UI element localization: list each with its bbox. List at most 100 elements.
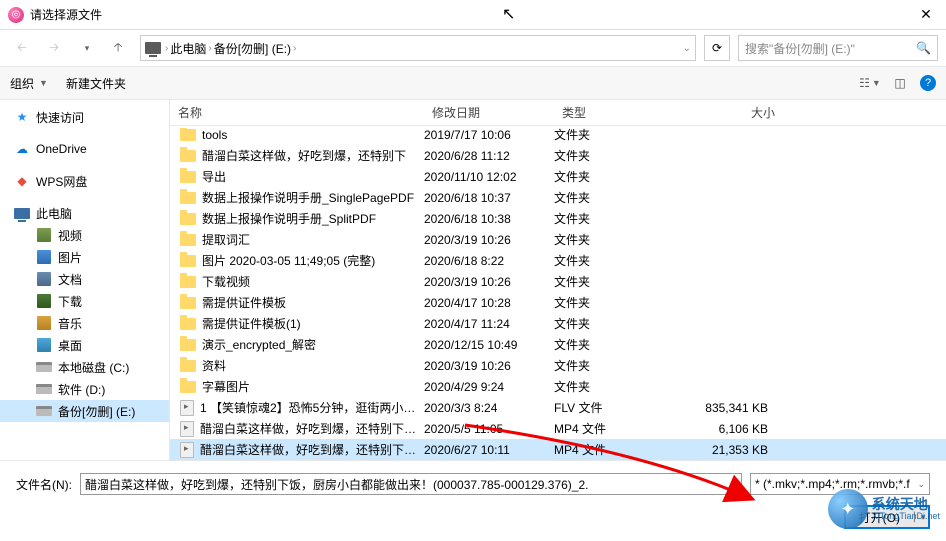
file-list-body[interactable]: tools2019/7/17 10:06文件夹醋溜白菜这样做，好吃到爆，还特别下…: [170, 126, 946, 460]
sidebar-documents[interactable]: 文档: [0, 268, 169, 290]
folder-icon: [180, 129, 196, 141]
sidebar-desktop[interactable]: 桌面: [0, 334, 169, 356]
folder-icon: [180, 339, 196, 351]
file-row[interactable]: 提取词汇2020/3/19 10:26文件夹: [170, 229, 946, 250]
file-date: 2020/3/19 10:26: [424, 359, 554, 373]
file-type: 文件夹: [554, 210, 664, 227]
watermark-brand: 系统天地: [872, 497, 940, 511]
chevron-down-icon[interactable]: ⌄: [683, 43, 691, 54]
breadcrumb-root[interactable]: 此电脑: [170, 40, 206, 57]
sidebar-onedrive[interactable]: ☁OneDrive: [0, 138, 169, 160]
nav-forward-button[interactable]: 🡢: [40, 34, 68, 62]
pc-icon: [14, 205, 30, 221]
col-header-type[interactable]: 类型: [554, 104, 664, 121]
file-type: 文件夹: [554, 378, 664, 395]
chevron-right-icon: ›: [293, 43, 296, 54]
toolbar: 组织▼ 新建文件夹 ☷ ▼ ◫ ?: [0, 66, 946, 100]
refresh-button[interactable]: ⟳: [704, 35, 730, 61]
breadcrumb-drive[interactable]: 备份[勿删] (E:): [214, 40, 291, 57]
file-name: 需提供证件模板: [202, 294, 286, 311]
file-row[interactable]: 下载视频2020/3/19 10:26文件夹: [170, 271, 946, 292]
pc-icon: [145, 42, 161, 54]
folder-icon: [180, 297, 196, 309]
file-type: 文件夹: [554, 336, 664, 353]
file-date: 2020/6/18 10:37: [424, 191, 554, 205]
folder-icon: [180, 213, 196, 225]
cloud-icon: ☁: [14, 141, 30, 157]
sidebar-videos[interactable]: 视频: [0, 224, 169, 246]
file-row[interactable]: 需提供证件模板(1)2020/4/17 11:24文件夹: [170, 313, 946, 334]
drive-icon: [36, 381, 52, 397]
search-input[interactable]: 搜索"备份[勿删] (E:)" 🔍: [738, 35, 938, 61]
drive-icon: [36, 359, 52, 375]
organize-menu[interactable]: 组织▼: [10, 75, 48, 92]
search-placeholder: 搜索"备份[勿删] (E:)": [745, 40, 855, 57]
file-name: 演示_encrypted_解密: [202, 336, 316, 353]
file-date: 2020/12/15 10:49: [424, 338, 554, 352]
app-icon: ◎: [8, 7, 24, 23]
nav-up-button[interactable]: 🡡: [104, 34, 132, 62]
sidebar-downloads[interactable]: 下载: [0, 290, 169, 312]
sidebar-pictures[interactable]: 图片: [0, 246, 169, 268]
sidebar-music[interactable]: 音乐: [0, 312, 169, 334]
sidebar-quick-access[interactable]: ★快速访问: [0, 106, 169, 128]
sidebar-drive-d[interactable]: 软件 (D:): [0, 378, 169, 400]
file-date: 2020/6/28 11:12: [424, 149, 554, 163]
file-type: 文件夹: [554, 294, 664, 311]
nav-row: 🡠 🡢 ▾ 🡡 › 此电脑 › 备份[勿删] (E:) › ⌄ ⟳ 搜索"备份[…: [0, 30, 946, 66]
file-row[interactable]: 需提供证件模板2020/4/17 10:28文件夹: [170, 292, 946, 313]
close-button[interactable]: ✕: [906, 0, 946, 30]
sidebar-thispc[interactable]: 此电脑: [0, 202, 169, 224]
file-icon: [180, 442, 194, 458]
sidebar-drive-c[interactable]: 本地磁盘 (C:): [0, 356, 169, 378]
main-area: ★快速访问 ☁OneDrive ◆WPS网盘 此电脑 视频 图片 文档 下载 音…: [0, 100, 946, 460]
file-type: 文件夹: [554, 147, 664, 164]
downloads-lib-icon: [36, 293, 52, 309]
col-header-date[interactable]: 修改日期: [424, 104, 554, 121]
file-date: 2020/6/27 10:11: [424, 443, 554, 457]
file-row[interactable]: 图片 2020-03-05 11;49;05 (完整)2020/6/18 8:2…: [170, 250, 946, 271]
documents-lib-icon: [36, 271, 52, 287]
col-header-size[interactable]: 大小: [664, 104, 784, 121]
file-row[interactable]: 醋溜白菜这样做，好吃到爆，还特别下饭...2020/6/27 10:11MP4 …: [170, 439, 946, 460]
search-icon[interactable]: 🔍: [916, 41, 931, 55]
folder-icon: [180, 192, 196, 204]
file-row[interactable]: tools2019/7/17 10:06文件夹: [170, 126, 946, 145]
file-row[interactable]: 导出2020/11/10 12:02文件夹: [170, 166, 946, 187]
watermark: ✦ 系统天地 XiTongTianDi.net: [828, 489, 940, 529]
file-name: 需提供证件模板(1): [202, 315, 301, 332]
file-name: 数据上报操作说明手册_SplitPDF: [202, 210, 376, 227]
nav-recent-button[interactable]: ▾: [72, 34, 100, 62]
file-type: 文件夹: [554, 315, 664, 332]
view-options-button[interactable]: ☷ ▼: [860, 73, 880, 93]
file-row[interactable]: 字幕图片2020/4/29 9:24文件夹: [170, 376, 946, 397]
wps-icon: ◆: [14, 173, 30, 189]
file-name: 1 【笑镇惊魂2】恐怖5分钟，逛街两小时...: [200, 399, 424, 416]
file-row[interactable]: 1 【笑镇惊魂2】恐怖5分钟，逛街两小时...2020/3/3 8:24FLV …: [170, 397, 946, 418]
sidebar-wps[interactable]: ◆WPS网盘: [0, 170, 169, 192]
file-name: 提取词汇: [202, 231, 250, 248]
file-date: 2020/3/3 8:24: [424, 401, 554, 415]
preview-pane-button[interactable]: ◫: [890, 73, 910, 93]
chevron-right-icon: ›: [165, 43, 168, 54]
help-icon[interactable]: ?: [920, 75, 936, 91]
file-name: 数据上报操作说明手册_SinglePagePDF: [202, 189, 414, 206]
file-row[interactable]: 醋溜白菜这样做，好吃到爆，还特别下2020/6/28 11:12文件夹: [170, 145, 946, 166]
file-type: 文件夹: [554, 126, 664, 143]
file-icon: [180, 400, 194, 416]
file-row[interactable]: 资料2020/3/19 10:26文件夹: [170, 355, 946, 376]
file-type: MP4 文件: [554, 441, 664, 458]
sidebar-drive-e[interactable]: 备份[勿删] (E:): [0, 400, 169, 422]
file-row[interactable]: 演示_encrypted_解密 2020/12/15 10:49文件夹: [170, 334, 946, 355]
file-row[interactable]: 数据上报操作说明手册_SinglePagePDF2020/6/18 10:37文…: [170, 187, 946, 208]
col-header-name[interactable]: 名称: [170, 104, 424, 121]
file-type: 文件夹: [554, 273, 664, 290]
new-folder-button[interactable]: 新建文件夹: [66, 75, 126, 92]
breadcrumb[interactable]: › 此电脑 › 备份[勿删] (E:) › ⌄: [140, 35, 696, 61]
file-row[interactable]: 数据上报操作说明手册_SplitPDF2020/6/18 10:38文件夹: [170, 208, 946, 229]
file-row[interactable]: 醋溜白菜这样做，好吃到爆，还特别下饭...2020/5/5 11:05MP4 文…: [170, 418, 946, 439]
filename-input[interactable]: 醋溜白菜这样做，好吃到爆，还特别下饭，厨房小白都能做出来！(000037.785…: [80, 473, 742, 495]
nav-back-button[interactable]: 🡠: [8, 34, 36, 62]
file-size: 835,341 KB: [664, 401, 784, 415]
file-date: 2020/4/29 9:24: [424, 380, 554, 394]
